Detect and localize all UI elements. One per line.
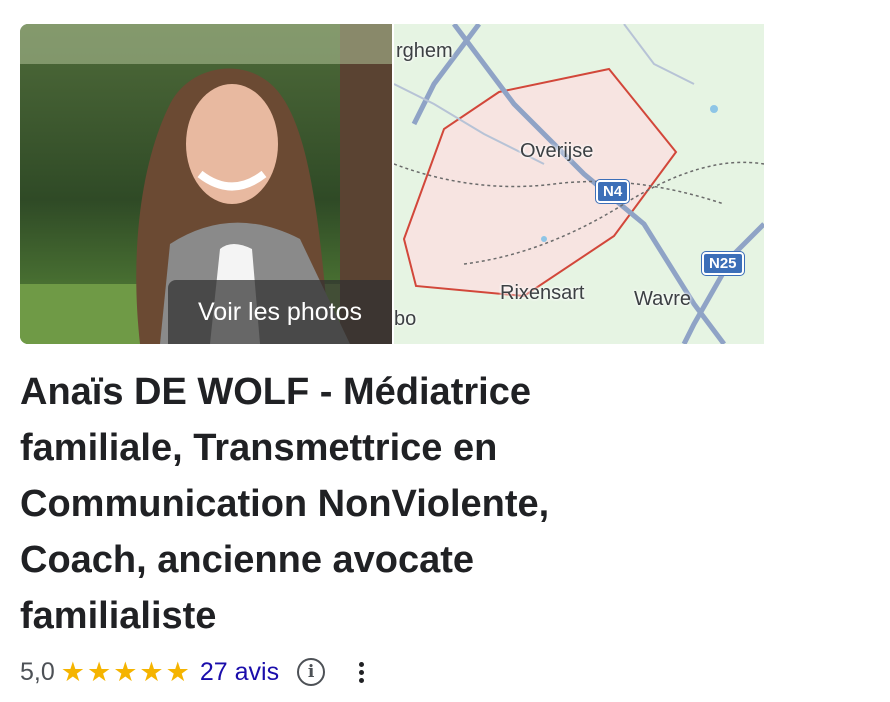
- business-title: Anaïs DE WOLF - Médiatrice familiale, Tr…: [20, 371, 550, 637]
- road-shield-n4: N4: [596, 180, 630, 203]
- rating-score: 5,0: [20, 657, 55, 686]
- more-dot: [359, 677, 365, 683]
- map-thumbnail[interactable]: rghem Overijse Rixensart Wavre bo N4 N25: [394, 24, 764, 344]
- map-label-top: rghem: [396, 40, 453, 62]
- media-row: Voir les photos rghem Overijse Rixensart…: [20, 24, 764, 344]
- rating-stars: ★ ★ ★ ★ ★: [60, 656, 190, 687]
- star-icon: ★: [113, 656, 138, 687]
- view-photos-button[interactable]: Voir les photos: [168, 280, 392, 344]
- photo-thumbnail[interactable]: Voir les photos: [20, 24, 392, 344]
- rating-row: 5,0 ★ ★ ★ ★ ★ 27 avis i: [20, 652, 370, 692]
- star-icon: ★: [86, 656, 112, 687]
- star-icon: ★: [60, 656, 85, 687]
- reviews-link[interactable]: 27 avis: [200, 658, 279, 687]
- map-label-bottom: bo: [394, 308, 417, 330]
- more-options-icon[interactable]: [353, 660, 370, 685]
- map-label-overijse: Overijse: [520, 140, 594, 162]
- info-icon[interactable]: i: [297, 658, 326, 686]
- more-dot: [359, 661, 365, 667]
- more-dot: [359, 669, 365, 675]
- star-icon: ★: [165, 656, 190, 687]
- map-label-wavre: Wavre: [634, 288, 692, 310]
- map-label-rixensart: Rixensart: [500, 282, 585, 304]
- road-shield-n25: N25: [702, 252, 744, 275]
- star-icon: ★: [139, 656, 164, 687]
